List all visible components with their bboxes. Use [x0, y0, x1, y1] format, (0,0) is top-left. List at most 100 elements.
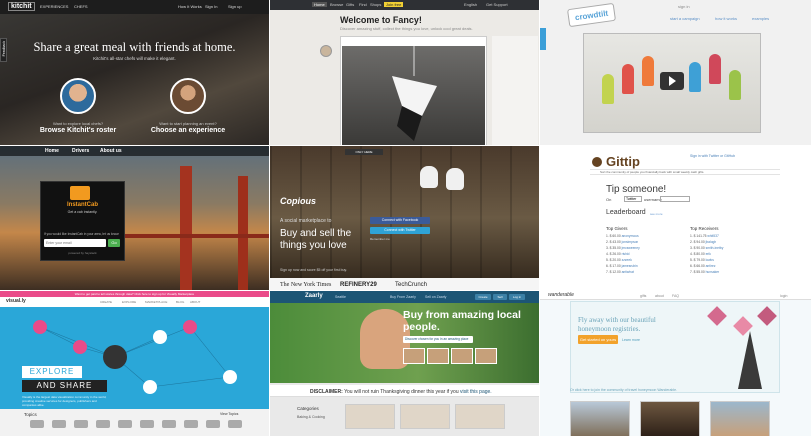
- discover-button[interactable]: Discover chosen for you in an amazing pl…: [403, 336, 473, 343]
- event-avatar[interactable]: [170, 78, 206, 114]
- view-topics-link[interactable]: View Topics: [220, 412, 238, 416]
- city-select[interactable]: Seattle: [335, 295, 346, 299]
- category-entertainment-icon[interactable]: [140, 420, 154, 428]
- twitter-connect-button[interactable]: Connect with Twitter: [370, 227, 430, 234]
- nav-explore[interactable]: EXPLORE: [122, 300, 136, 304]
- nav-find[interactable]: Find: [359, 2, 367, 7]
- nav-create[interactable]: CREATE: [100, 300, 112, 304]
- disclaimer-link[interactable]: visit this page.: [460, 389, 492, 395]
- play-button-icon[interactable]: [660, 72, 684, 90]
- zaarly-logo[interactable]: Zaarly: [305, 293, 323, 299]
- topic-node[interactable]: [143, 380, 157, 394]
- seller-thumbnail[interactable]: [451, 348, 473, 364]
- join-free-button[interactable]: Join free: [384, 2, 404, 7]
- seller-thumbnail[interactable]: [427, 348, 449, 364]
- facebook-connect-button[interactable]: Connect with Facebook: [370, 217, 430, 224]
- user-link[interactable]: erik: [706, 252, 711, 256]
- category-geography-icon[interactable]: [228, 420, 242, 428]
- sign-in-link[interactable]: Sign in with Twitter or GitHub: [690, 154, 735, 158]
- category-food-icon[interactable]: [184, 420, 198, 428]
- nav-about[interactable]: about: [655, 294, 664, 298]
- start-campaign-link[interactable]: start a campaign: [670, 16, 700, 21]
- topic-node[interactable]: [33, 320, 47, 334]
- user-link[interactable]: jonsimpson: [622, 240, 639, 244]
- nav-gifts[interactable]: gifts: [640, 294, 646, 298]
- topic-node[interactable]: [73, 340, 87, 354]
- browse-roster-link[interactable]: Browse Kitchit's roster: [18, 127, 138, 134]
- examples-link[interactable]: examples: [752, 16, 769, 21]
- destination-photo[interactable]: [640, 401, 700, 436]
- learn-more-link[interactable]: Learn more: [622, 338, 640, 342]
- login-button[interactable]: Log in: [509, 294, 525, 300]
- user-link[interactable]: jbalogh: [706, 240, 717, 244]
- nav-login[interactable]: login: [780, 294, 787, 298]
- sign-in-link[interactable]: sign in: [678, 4, 690, 9]
- category-gaming-icon[interactable]: [206, 420, 220, 428]
- user-avatar[interactable]: [320, 45, 332, 57]
- get-support-link[interactable]: Get Support: [486, 2, 508, 7]
- platform-select[interactable]: Twitter: [624, 196, 642, 202]
- feed-photo[interactable]: [342, 46, 485, 145]
- sell-button[interactable]: Sell: [493, 294, 507, 300]
- category-item[interactable]: Baking & Cooking: [297, 415, 325, 419]
- crowdtilt-logo[interactable]: crowdtilt: [566, 2, 617, 28]
- feedback-tab[interactable]: [540, 28, 546, 50]
- nav-browse[interactable]: Browse: [330, 2, 343, 7]
- product-card[interactable]: [400, 404, 450, 429]
- remember-me-checkbox[interactable]: Remember me: [370, 237, 390, 241]
- username-input[interactable]: [660, 196, 690, 202]
- nav-shops[interactable]: Shops: [370, 2, 381, 7]
- user-link[interactable]: zzzeek: [622, 258, 632, 262]
- category-computers-icon[interactable]: [74, 420, 88, 428]
- topic-node[interactable]: [183, 320, 197, 334]
- user-link[interactable]: lowks: [706, 258, 714, 262]
- user-link[interactable]: smith-inetby: [706, 246, 724, 250]
- category-business-icon[interactable]: [52, 420, 66, 428]
- gittip-logo[interactable]: Gittip: [606, 154, 640, 169]
- nav-experiences[interactable]: EXPERIENCES: [40, 4, 68, 9]
- nav-sign-up[interactable]: Sign up: [228, 4, 242, 9]
- nav-about[interactable]: About us: [100, 148, 122, 154]
- copious-logo[interactable]: Copious: [280, 196, 316, 206]
- category-environment-icon[interactable]: [162, 420, 176, 428]
- user-link[interactable]: antiwhat: [622, 270, 634, 274]
- nav-sell[interactable]: Sell on Zaarly: [425, 295, 446, 299]
- topic-node[interactable]: [223, 370, 237, 384]
- destination-photo[interactable]: [570, 401, 630, 436]
- nav-about[interactable]: ABOUT: [190, 300, 200, 304]
- topic-node[interactable]: [153, 330, 167, 344]
- visually-logo[interactable]: visual.ly: [6, 298, 26, 304]
- nav-home[interactable]: Home: [312, 2, 327, 7]
- user-link[interactable]: jmcsweeney: [622, 246, 640, 250]
- nav-home[interactable]: Home: [45, 148, 59, 154]
- how-it-works-link[interactable]: how it works: [715, 16, 737, 21]
- category-animals-icon[interactable]: [30, 420, 44, 428]
- user-link[interactable]: antirez: [706, 264, 716, 268]
- category-education-icon[interactable]: [118, 420, 132, 428]
- topic-node[interactable]: [103, 345, 127, 369]
- go-button[interactable]: Go: [108, 239, 120, 247]
- seller-thumbnail[interactable]: [403, 348, 425, 364]
- wanderable-logo[interactable]: wanderable: [548, 292, 574, 298]
- user-link[interactable]: anonymous: [622, 234, 639, 238]
- seller-thumbnail[interactable]: [475, 348, 497, 364]
- nav-faq[interactable]: FAQ: [672, 294, 679, 298]
- kitchit-logo[interactable]: kitchit: [8, 2, 35, 11]
- nav-buy[interactable]: Buy From Zaarly: [390, 295, 416, 299]
- user-link[interactable]: whit537: [707, 234, 718, 238]
- nav-blog[interactable]: BLOG: [176, 300, 184, 304]
- get-started-button[interactable]: Get started on yours: [578, 335, 618, 344]
- product-card[interactable]: [345, 404, 395, 429]
- user-link[interactable]: hunsaker: [706, 270, 720, 274]
- create-button[interactable]: Create: [475, 294, 491, 300]
- chef-avatar[interactable]: [60, 78, 96, 114]
- product-card[interactable]: [455, 404, 505, 429]
- user-link[interactable]: rishid: [622, 252, 630, 256]
- user-link[interactable]: jamesrubin: [622, 264, 638, 268]
- nav-gifts[interactable]: Gifts: [346, 2, 354, 7]
- nav-sign-in[interactable]: Sign In: [205, 4, 217, 9]
- nav-drivers[interactable]: Drivers: [72, 148, 89, 154]
- choose-experience-link[interactable]: Choose an experience: [128, 127, 248, 134]
- language-select[interactable]: English: [464, 2, 477, 7]
- category-economy-icon[interactable]: [96, 420, 110, 428]
